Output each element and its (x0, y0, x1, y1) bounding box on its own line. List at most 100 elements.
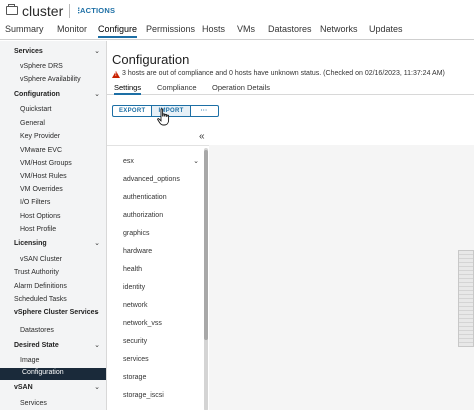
tree-item-esx[interactable]: esx ⌄ (107, 154, 203, 170)
nav-section-desired-state[interactable]: Desired State ⌄ (0, 341, 106, 353)
nav-item-vmware-evc[interactable]: VMware EVC (0, 146, 106, 158)
tree-scrollbar[interactable] (204, 148, 208, 410)
nav-item-vm-overrides[interactable]: VM Overrides (0, 185, 106, 197)
hand-cursor-icon (157, 108, 170, 126)
nav-item-general[interactable]: General (0, 119, 106, 131)
tree-item-label: storage (123, 374, 147, 381)
tree-item-network-vss[interactable]: network_vss (107, 316, 203, 332)
nav-label: Configuration (14, 91, 60, 98)
tab-datastores[interactable]: Datastores (268, 24, 312, 34)
compliance-warning: 3 hosts are out of compliance and 0 host… (122, 70, 445, 77)
tab-permissions[interactable]: Permissions (146, 24, 195, 34)
nav-item-vsan-cluster[interactable]: vSAN Cluster (0, 255, 106, 267)
scrollbar-thumb[interactable] (204, 150, 208, 340)
nav-item-vm-host-groups[interactable]: VM/Host Groups (0, 159, 106, 171)
tree-item-label: storage_iscsi (123, 392, 164, 399)
edge-scroll-widget[interactable] (458, 250, 474, 347)
nav-label: Host Profile (20, 226, 57, 233)
tree-item-label: authorization (123, 212, 164, 219)
tree-item-storage[interactable]: storage (107, 370, 203, 386)
tab-vms[interactable]: VMs (237, 24, 255, 34)
nav-label: Image (20, 357, 40, 364)
nav-item-i-o-filters[interactable]: I/O Filters (0, 198, 106, 210)
nav-item-trust-authority[interactable]: Trust Authority (0, 268, 106, 280)
tree-item-network[interactable]: network (107, 298, 203, 314)
chevron-down-icon[interactable]: ⌄ (94, 90, 100, 98)
chevron-down-icon[interactable]: ⌄ (94, 341, 100, 349)
header-bar: cluster ⋮ACTIONS (0, 0, 474, 22)
nav-label: Services (20, 400, 47, 407)
nav-item-scheduled-tasks[interactable]: Scheduled Tasks (0, 295, 106, 307)
nav-label: VM/Host Rules (20, 173, 67, 180)
tree-item-identity[interactable]: identity (107, 280, 203, 296)
tree-item-authorization[interactable]: authorization (107, 208, 203, 224)
nav-label: Datastores (20, 327, 54, 334)
tree-item-security[interactable]: security (107, 334, 203, 350)
subtab-compliance[interactable]: Compliance (157, 83, 197, 92)
nav-item-vsphere-drs[interactable]: vSphere DRS (0, 62, 106, 74)
more-options-button[interactable]: ··· (191, 106, 218, 116)
subtab-settings[interactable]: Settings (114, 83, 142, 95)
nav-item-vsphere-availability[interactable]: vSphere Availability (0, 75, 106, 87)
tree-item-hardware[interactable]: hardware (107, 244, 203, 260)
nav-item-image[interactable]: Image (0, 356, 106, 368)
chevron-down-icon[interactable]: ⌄ (94, 239, 100, 247)
nav-label: vSAN (14, 384, 33, 391)
tab-updates[interactable]: Updates (369, 24, 403, 34)
nav-section-vsan[interactable]: vSAN ⌄ (0, 383, 106, 395)
tree-item-services[interactable]: services (107, 352, 203, 368)
nav-item-alarm-definitions[interactable]: Alarm Definitions (0, 282, 106, 294)
tree-item-label: graphics (123, 230, 150, 237)
actions-button[interactable]: ⋮ACTIONS (75, 6, 115, 15)
nav-section-licensing[interactable]: Licensing ⌄ (0, 239, 106, 251)
nav-label: VM/Host Groups (20, 160, 72, 167)
tab-summary[interactable]: Summary (5, 24, 44, 34)
chevron-down-icon[interactable]: ⌄ (94, 47, 100, 55)
nav-label: Services (14, 48, 43, 55)
nav-item-host-profile[interactable]: Host Profile (0, 225, 106, 237)
left-navigation: Services ⌄ vSphere DRS vSphere Availability… (0, 41, 107, 410)
nav-item-datastores[interactable]: Datastores (0, 326, 106, 338)
tree-item-graphics[interactable]: graphics (107, 226, 203, 242)
tab-configure[interactable]: Configure (98, 24, 138, 38)
tree-item-authentication[interactable]: authentication (107, 190, 203, 206)
nav-label: Scheduled Tasks (14, 296, 67, 303)
tab-hosts[interactable]: Hosts (202, 24, 225, 34)
cluster-icon (6, 4, 18, 15)
nav-label: vSphere Cluster Services (14, 309, 99, 316)
tree-item-storage-iscsi[interactable]: storage_iscsi (107, 388, 203, 404)
nav-item-vm-host-rules[interactable]: VM/Host Rules (0, 172, 106, 184)
tab-networks[interactable]: Networks (320, 24, 358, 34)
export-button[interactable]: EXPORT (113, 106, 153, 116)
tree-item-advanced-options[interactable]: advanced_options (107, 172, 203, 188)
subtab-operation-details[interactable]: Operation Details (212, 83, 270, 92)
nav-label: I/O Filters (20, 199, 51, 206)
tree-item-label: health (123, 266, 143, 273)
tree-item-label: hardware (123, 248, 153, 255)
chevron-down-icon[interactable]: ⌄ (193, 157, 199, 165)
tree-item-health[interactable]: health (107, 262, 203, 278)
nav-label: Alarm Definitions (14, 283, 67, 290)
tab-monitor[interactable]: Monitor (57, 24, 87, 34)
nav-label: General (20, 120, 45, 127)
tree-item-label: network_vss (123, 320, 162, 327)
chevron-down-icon[interactable]: ⌄ (94, 308, 100, 316)
nav-item-configuration[interactable]: Configuration (0, 368, 106, 380)
nav-section-configuration[interactable]: Configuration ⌄ (0, 90, 106, 102)
nav-section-services[interactable]: Services ⌄ (0, 47, 106, 59)
tree-item-label: esx (123, 158, 134, 165)
main-content: Configuration 3 hosts are out of complia… (107, 41, 474, 410)
nav-item-key-provider[interactable]: Key Provider (0, 132, 106, 144)
nav-item-services[interactable]: Services (0, 399, 106, 410)
nav-label: vSAN Cluster (20, 256, 63, 263)
nav-item-quickstart[interactable]: Quickstart (0, 105, 106, 117)
nav-label: Desired State (14, 342, 59, 349)
nav-item-host-options[interactable]: Host Options (0, 212, 106, 224)
tree-item-label: identity (123, 284, 146, 291)
details-pane (209, 145, 474, 410)
chevron-down-icon[interactable]: ⌄ (94, 383, 100, 391)
tree-item-label: advanced_options (123, 176, 180, 183)
vertical-dots-icon: ⋮ (75, 6, 83, 15)
nav-section-vsphere-cluster-services[interactable]: vSphere Cluster Services ⌄ (0, 308, 106, 320)
collapse-panel-icon[interactable]: « (199, 131, 205, 142)
